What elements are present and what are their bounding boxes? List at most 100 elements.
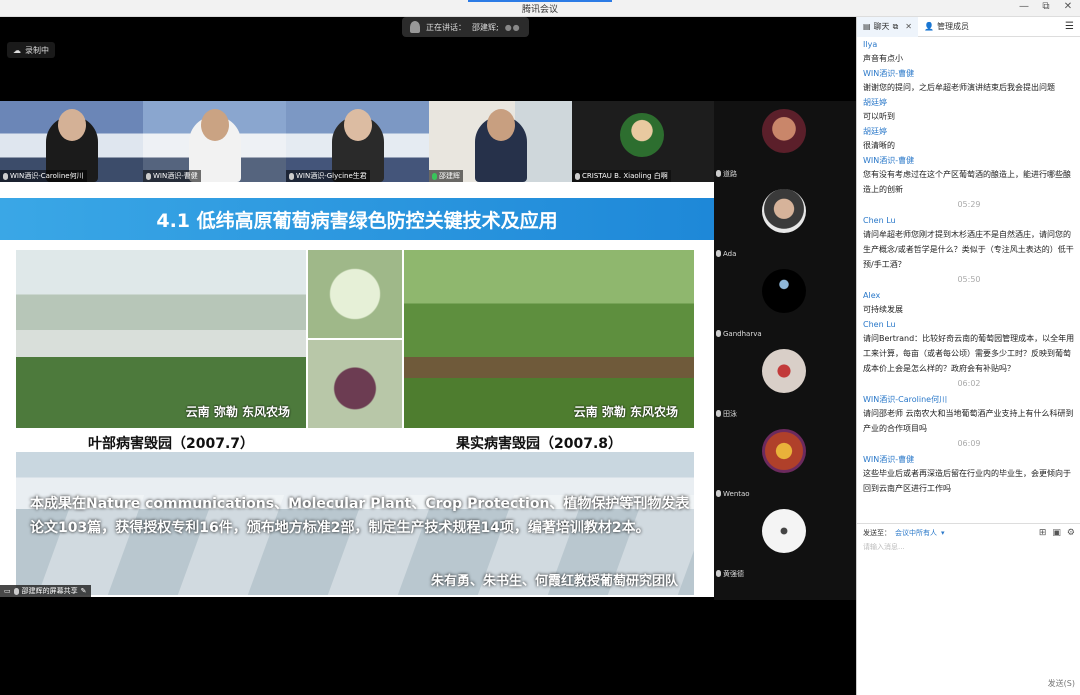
send-to-select[interactable]: 会议中所有人 — [895, 528, 937, 538]
close-icon[interactable]: ✕ — [905, 22, 912, 31]
participant-tile[interactable]: 田泳 — [714, 341, 856, 421]
photo-caption: 云南 弥勒 东风农场 — [185, 405, 290, 419]
message-sender: Alex — [863, 291, 881, 300]
screenshot-icon[interactable]: ▣ — [1052, 528, 1061, 538]
participant-tile[interactable]: 邵建辉 — [429, 101, 572, 182]
recording-badge[interactable]: ☁ 录制中 — [7, 42, 55, 58]
participant-tile[interactable]: Wentao — [714, 421, 856, 501]
speaker-avatar-icon — [410, 21, 420, 33]
title-bar: 腾讯会议 — ⧉ ✕ — [0, 0, 1080, 17]
participant-tile[interactable]: WIN酒识-Caroline何川 — [0, 101, 143, 182]
participant-tile[interactable]: 道路 — [714, 101, 856, 181]
send-to-label: 发送至： — [863, 529, 891, 537]
chat-message: Ilya 声音有点小 — [863, 38, 1075, 66]
audio-level-icon: ●● — [504, 22, 521, 32]
minimize-icon[interactable]: — — [1018, 1, 1030, 12]
chat-icon: ▤ — [863, 22, 871, 31]
avatar — [762, 269, 806, 313]
leaf-closeup-photo — [308, 250, 402, 338]
greenhouse-photo: 本成果在Nature communications、Molecular Plan… — [16, 452, 694, 595]
participant-name: 邵建辉 — [429, 170, 463, 182]
file-icon[interactable]: ⊞ — [1039, 528, 1047, 538]
mic-icon — [716, 250, 721, 257]
share-label: 邵建辉的屏幕共享 — [21, 587, 78, 595]
message-sender: 胡廷婷 — [863, 127, 887, 136]
chat-tabs: ▤ 聊天 ⧉ ✕ 👤 管理成员 ☰ — [857, 16, 1080, 37]
participant-strip: WIN酒识-Caroline何川 WIN酒识-曹健 WIN酒识-Glycine生… — [0, 101, 572, 182]
mic-icon — [3, 172, 8, 180]
mic-icon — [716, 570, 721, 577]
speaking-label: 正在讲话： — [426, 22, 466, 32]
message-sender: WIN酒识-曹健 — [863, 455, 915, 464]
message-text: 这些毕业后或者再深造后留在行业内的毕业生，会更倾向于回到云南产区进行工作吗 — [863, 469, 1071, 493]
message-sender: 胡廷婷 — [863, 98, 887, 107]
chevron-down-icon[interactable]: ▾ — [941, 529, 945, 537]
mic-icon — [716, 490, 721, 497]
app-title: 腾讯会议 — [521, 5, 558, 15]
pen-icon[interactable]: ✎ — [81, 587, 87, 595]
message-sender: Ilya — [863, 40, 878, 49]
leaf-disease-photo: 云南 弥勒 东风农场 — [16, 250, 306, 428]
mic-icon — [289, 172, 294, 180]
mic-icon — [716, 410, 721, 417]
avatar — [762, 189, 806, 233]
compose-tools: ⊞ ▣ ⚙ — [1039, 528, 1075, 538]
message-timestamp: 05:50 — [957, 275, 981, 284]
participant-name: WIN酒识-曹健 — [143, 170, 201, 182]
chat-message: Chen Lu 请问Bertrand：比较好奇云南的葡萄园管理成本，以全年用工来… — [863, 318, 1075, 376]
participant-name: Wentao — [714, 488, 752, 499]
participant-name: Ada — [714, 248, 738, 259]
photo-caption: 云南 弥勒 东风农场 — [573, 405, 678, 419]
shared-slide: 4.1 低纬高原葡萄病害绿色防控关键技术及应用 云南 弥勒 东风农场 云南 弥勒… — [0, 182, 714, 597]
message-sender: WIN酒识-曹健 — [863, 156, 915, 165]
maximize-icon[interactable]: ⧉ — [1040, 1, 1052, 12]
chat-message: WIN酒识-曹健 这些毕业后或者再深造后留在行业内的毕业生，会更倾向于回到云南产… — [863, 453, 1075, 496]
avatar — [762, 349, 806, 393]
tab-chat[interactable]: ▤ 聊天 ⧉ ✕ — [857, 16, 918, 37]
participant-tile[interactable]: WIN酒识-Glycine生君 — [286, 101, 429, 182]
participant-name: WIN酒识-Glycine生君 — [286, 170, 370, 182]
mic-icon — [146, 172, 151, 180]
avatar — [762, 109, 806, 153]
message-text: 声音有点小 — [863, 54, 903, 63]
send-button[interactable]: 发送(S) — [1048, 678, 1075, 689]
message-text: 可以听到 — [863, 112, 895, 121]
chat-input[interactable]: 请输入消息... — [863, 542, 1075, 662]
message-sender: WIN酒识-曹健 — [863, 69, 915, 78]
participant-tile[interactable]: 黄强德 — [714, 501, 856, 581]
meeting-window: 腾讯会议 — ⧉ ✕ ☁ 录制中 正在讲话： 邵建辉; ●● WIN酒识-Car… — [0, 0, 1080, 695]
message-sender: WIN酒识-Caroline何川 — [863, 395, 948, 404]
grape-closeup-photo — [308, 340, 402, 428]
mic-icon — [716, 330, 721, 337]
participant-name: 黄强德 — [714, 568, 746, 579]
settings-icon[interactable]: ⚙ — [1067, 528, 1075, 538]
participant-tile[interactable]: WIN酒识-曹健 — [143, 101, 286, 182]
message-timestamp: 05:29 — [957, 200, 981, 209]
mic-icon — [432, 172, 437, 180]
message-text: 谢谢您的提问，之后牟超老师演讲结束后我会提出问题 — [863, 83, 1055, 92]
chat-compose: 发送至： 会议中所有人 ▾ ⊞ ▣ ⚙ 请输入消息... 发送(S) — [857, 523, 1080, 695]
slide-title: 4.1 低纬高原葡萄病害绿色防控关键技术及应用 — [0, 198, 714, 240]
mic-icon — [13, 587, 19, 595]
screen-share-bar[interactable]: ▭ 邵建辉的屏幕共享 ✎ — [0, 585, 91, 597]
participant-name: Gandharva — [714, 328, 764, 339]
message-text: 请问邵老师 云南农大和当地葡萄酒产业支持上有什么科研到产业的合作项目吗 — [863, 409, 1074, 433]
participant-tile[interactable]: Ada — [714, 181, 856, 261]
message-sender: Chen Lu — [863, 320, 896, 329]
participant-name: 田泳 — [714, 408, 739, 419]
chat-panel: ▤ 聊天 ⧉ ✕ 👤 管理成员 ☰ Ilya 声音有点小 WIN酒识-曹健 谢谢… — [856, 16, 1080, 695]
tab-members[interactable]: 👤 管理成员 — [918, 17, 975, 37]
avatar — [762, 509, 806, 553]
message-timestamp: 06:02 — [957, 379, 981, 388]
close-icon[interactable]: ✕ — [1062, 1, 1074, 12]
message-timestamp: 06:09 — [957, 439, 981, 448]
speaking-indicator: 正在讲话： 邵建辉; ●● — [402, 17, 529, 37]
participant-tile[interactable]: CRISTAU B. Xiaoling 白啊 — [572, 101, 714, 182]
menu-icon[interactable]: ☰ — [1065, 21, 1080, 32]
speaking-name: 邵建辉; — [472, 22, 499, 32]
participant-tile[interactable]: Gandharva — [714, 261, 856, 341]
chat-message: WIN酒识-曹健 谢谢您的提问，之后牟超老师演讲结束后我会提出问题 — [863, 67, 1075, 95]
popout-icon[interactable]: ⧉ — [893, 22, 899, 32]
leaf-disease-caption: 叶部病害毁园（2007.7） — [88, 436, 255, 452]
chat-message-list[interactable]: Ilya 声音有点小 WIN酒识-曹健 谢谢您的提问，之后牟超老师演讲结束后我会… — [857, 37, 1080, 523]
